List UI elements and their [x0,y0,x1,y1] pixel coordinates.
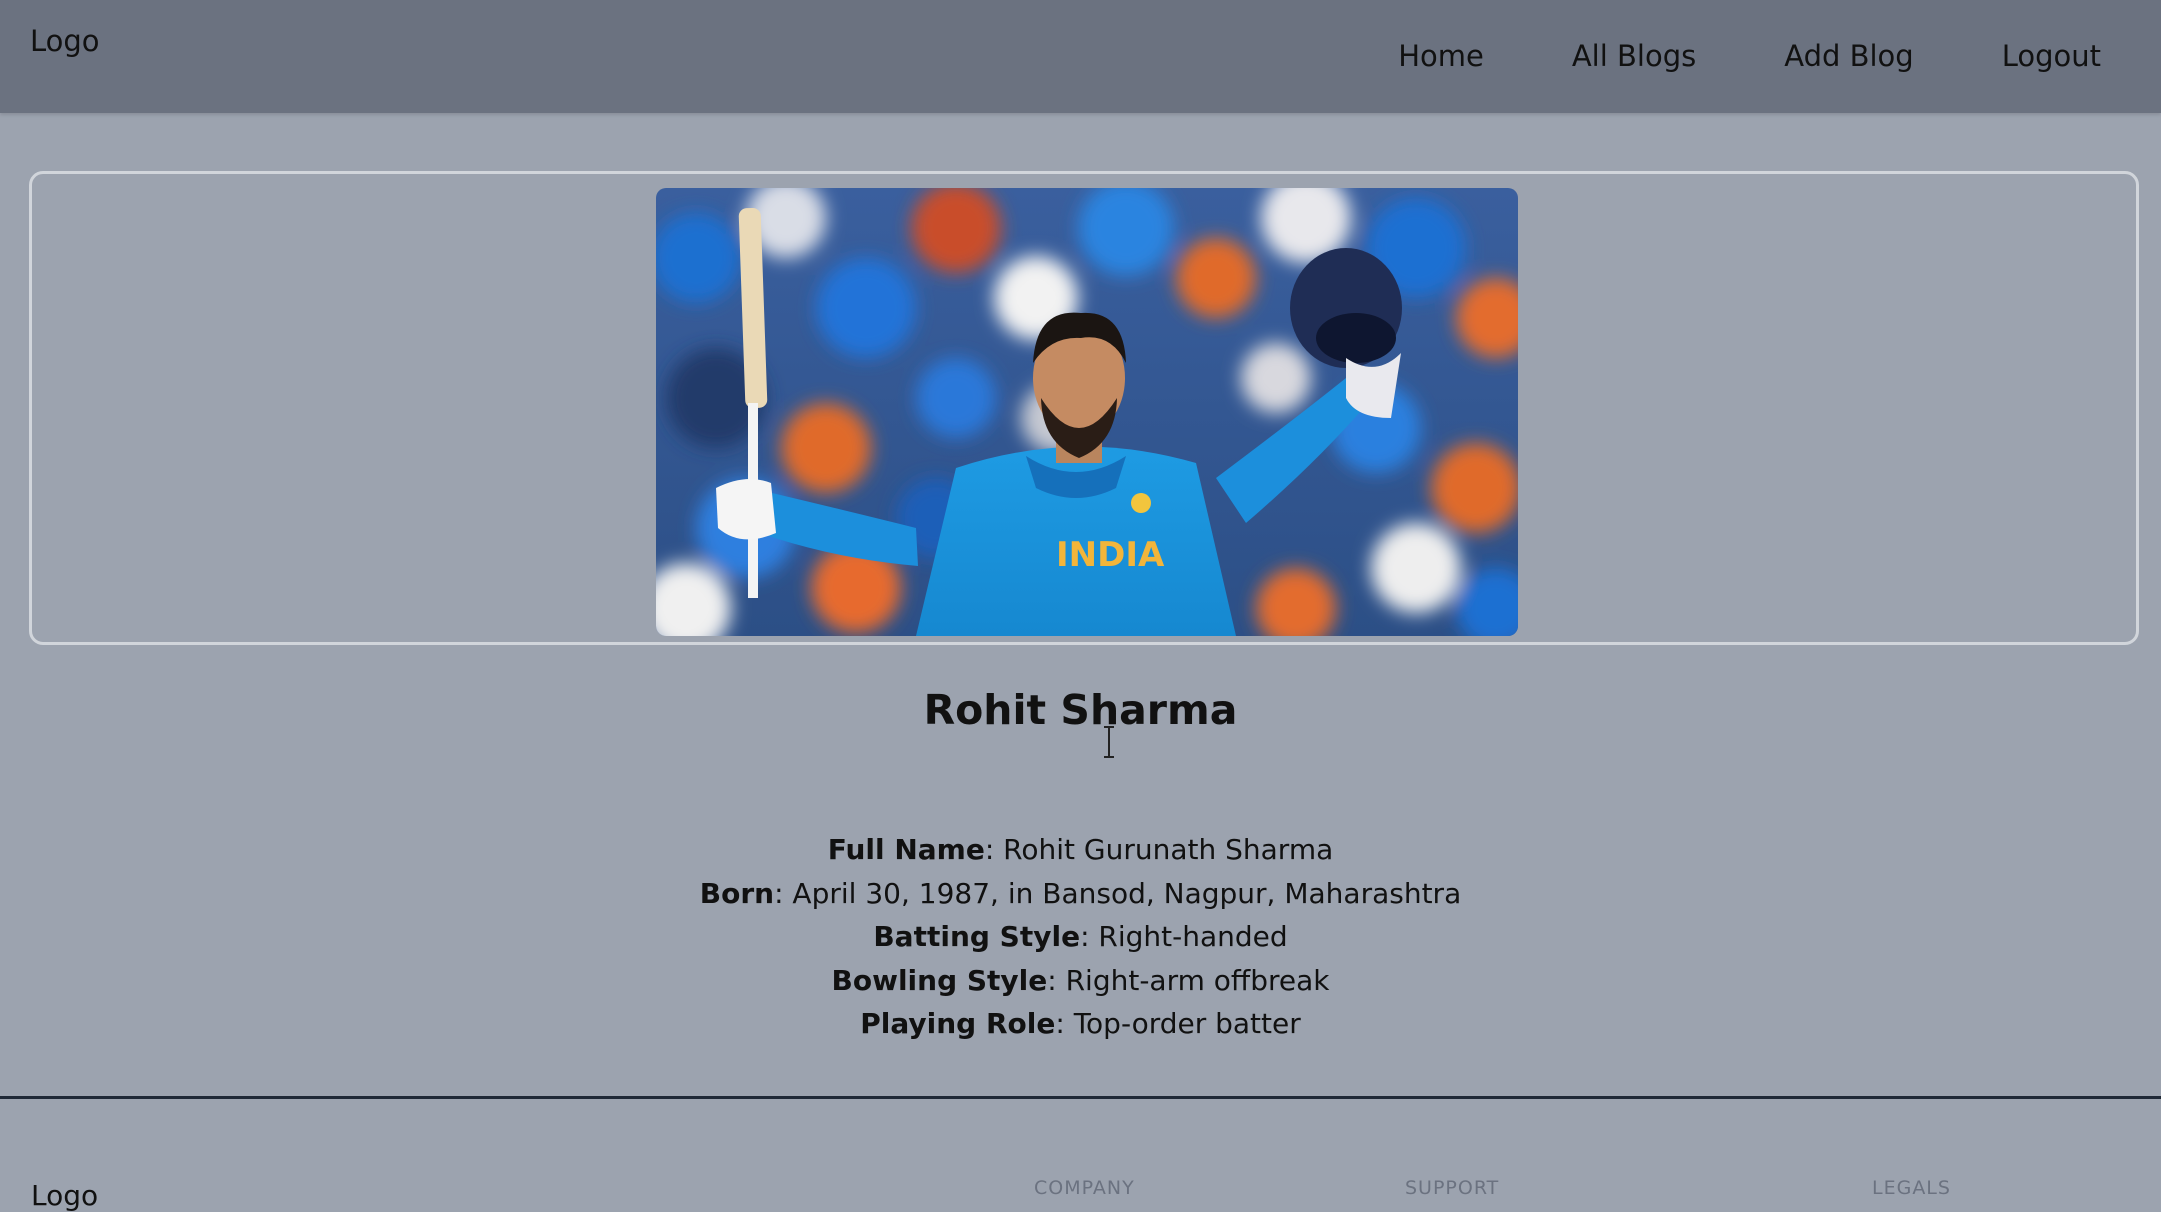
detail-label: Batting Style [873,920,1081,953]
footer: Logo COMPANY SUPPORT LEGALS [0,1099,2161,1212]
detail-value: : April 30, 1987, in Bansod, Nagpur, Mah… [774,876,1462,910]
nav-home-link[interactable]: Home [1398,39,1484,73]
detail-value: : Rohit Gurunath Sharma [984,833,1334,866]
footer-heading-legals: LEGALS [1872,1177,1951,1199]
detail-bowling-style: Bowling Style: Right-arm offbreak [0,959,2161,1003]
blog-cover-image: INDIA [656,188,1518,636]
detail-label: Full Name [827,833,985,866]
detail-value: : Top-order batter [1055,1007,1301,1040]
logo[interactable]: Logo [30,24,100,58]
footer-heading-company: COMPANY [1034,1177,1135,1199]
nav-all-blogs-link[interactable]: All Blogs [1572,39,1696,73]
detail-born: Born: April 30, 1987, in Bansod, Nagpur,… [0,872,2161,916]
detail-label: Playing Role [860,1007,1056,1040]
text-cursor-icon [1104,726,1114,758]
detail-playing-role: Playing Role: Top-order batter [0,1002,2161,1046]
nav-add-blog-link[interactable]: Add Blog [1784,39,1913,73]
detail-value: : Right-arm offbreak [1047,963,1330,997]
detail-label: Bowling Style [831,963,1048,997]
nav-links: Home All Blogs Add Blog Logout [1398,39,2101,73]
footer-logo[interactable]: Logo [31,1179,98,1212]
jersey-text: INDIA [1056,535,1165,575]
nav-logout-link[interactable]: Logout [2002,39,2101,73]
footer-heading-support: SUPPORT [1405,1177,1500,1199]
detail-full-name: Full Name: Rohit Gurunath Sharma [0,828,2161,872]
blog-title: Rohit Sharma [923,686,1238,734]
player-details: Full Name: Rohit Gurunath Sharma Born: A… [0,828,2161,1046]
detail-label: Born [699,876,775,910]
navbar: Logo Home All Blogs Add Blog Logout [0,0,2161,113]
detail-batting-style: Batting Style: Right-handed [0,915,2161,959]
detail-value: : Right-handed [1080,920,1288,953]
